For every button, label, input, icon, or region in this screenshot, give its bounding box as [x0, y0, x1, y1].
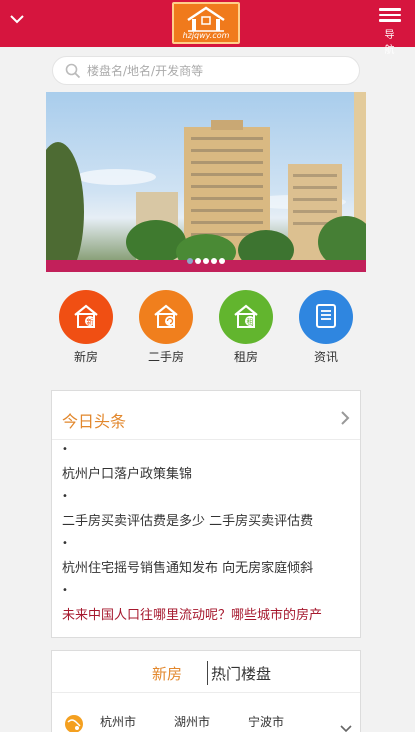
headline-text[interactable]: 未来中国人口往哪里流动呢？哪些城市的房产 — [62, 604, 358, 623]
headlines-card: 今日头条 • 杭州户口落户政策集锦 • 二手房买卖评估费是多少 二手房买卖评估费… — [51, 390, 361, 638]
carousel-dot[interactable] — [203, 258, 209, 264]
banner-image — [46, 92, 366, 272]
house-resale-icon — [139, 290, 193, 344]
divider — [52, 692, 360, 693]
quick-nav-label: 新房 — [73, 350, 98, 364]
quick-nav-resale-house[interactable]: 二手房 — [126, 290, 206, 365]
bullet: • — [62, 538, 68, 549]
nav-menu-button[interactable]: 导 航 — [377, 5, 403, 56]
carousel-dot[interactable] — [195, 258, 201, 264]
quick-nav: 新 新房 二手房 租 租房 资讯 — [46, 290, 366, 365]
headline-text[interactable]: 杭州住宅摇号销售通知发布 向无房家庭倾斜 — [62, 557, 358, 576]
headline-item[interactable]: • 杭州住宅摇号销售通知发布 向无房家庭倾斜 — [62, 538, 358, 577]
svg-text:新: 新 — [87, 317, 94, 326]
carousel-dot[interactable] — [219, 258, 225, 264]
bullet: • — [62, 444, 68, 455]
headline-item[interactable]: • 未来中国人口往哪里流动呢？哪些城市的房产 — [62, 585, 358, 624]
hamburger-icon — [379, 8, 401, 11]
search-bar[interactable] — [52, 56, 360, 85]
tab-new-house[interactable]: 新房 — [152, 663, 182, 684]
quick-nav-label: 二手房 — [147, 350, 184, 364]
banner-carousel[interactable] — [46, 92, 366, 272]
chevron-down-icon[interactable] — [340, 725, 352, 732]
headline-item[interactable]: • 二手房买卖评估费是多少 二手房买卖评估费 — [62, 491, 358, 530]
tab-divider — [207, 661, 208, 685]
site-logo[interactable]: hzjqwy.com — [172, 2, 240, 44]
headline-text[interactable]: 二手房买卖评估费是多少 二手房买卖评估费 — [62, 510, 358, 529]
quick-nav-rent[interactable]: 租 租房 — [206, 290, 286, 365]
city-option[interactable]: 湖州市 — [174, 713, 210, 730]
nav-label: 导 航 — [384, 29, 396, 56]
carousel-dot[interactable] — [187, 258, 193, 264]
bullet: • — [62, 491, 68, 502]
search-input[interactable] — [87, 61, 347, 81]
logo-text: hzjqwy.com — [182, 31, 230, 40]
carousel-dot[interactable] — [211, 258, 217, 264]
svg-text:租: 租 — [247, 318, 254, 326]
divider — [52, 439, 360, 440]
headlines-title[interactable]: 今日头条 — [62, 408, 126, 432]
news-document-icon — [299, 290, 353, 344]
quick-nav-news[interactable]: 资讯 — [286, 290, 366, 365]
quick-nav-label: 租房 — [233, 350, 258, 364]
house-new-icon: 新 — [59, 290, 113, 344]
chevron-down-icon[interactable] — [8, 12, 26, 26]
chevron-right-icon[interactable] — [340, 410, 350, 426]
location-globe-icon — [65, 715, 83, 732]
city-option[interactable]: 杭州市 — [100, 713, 136, 730]
carousel-dots — [46, 249, 366, 268]
headline-item[interactable]: • 杭州户口落户政策集锦 — [62, 444, 358, 483]
quick-nav-label: 资讯 — [313, 350, 338, 364]
city-option[interactable]: 宁波市 — [248, 713, 284, 730]
hamburger-icon-bar — [379, 19, 401, 22]
listings-card: 新房 热门楼盘 杭州市 湖州市 宁波市 — [51, 650, 361, 732]
bullet: • — [62, 585, 68, 596]
quick-nav-new-house[interactable]: 新 新房 — [46, 290, 126, 365]
tab-hot-listings[interactable]: 热门楼盘 — [211, 663, 271, 684]
headline-text[interactable]: 杭州户口落户政策集锦 — [62, 463, 358, 482]
hamburger-icon-bar — [379, 13, 401, 16]
top-header: hzjqwy.com 导 航 — [0, 0, 415, 56]
house-rent-icon: 租 — [219, 290, 273, 344]
search-icon — [65, 63, 81, 79]
